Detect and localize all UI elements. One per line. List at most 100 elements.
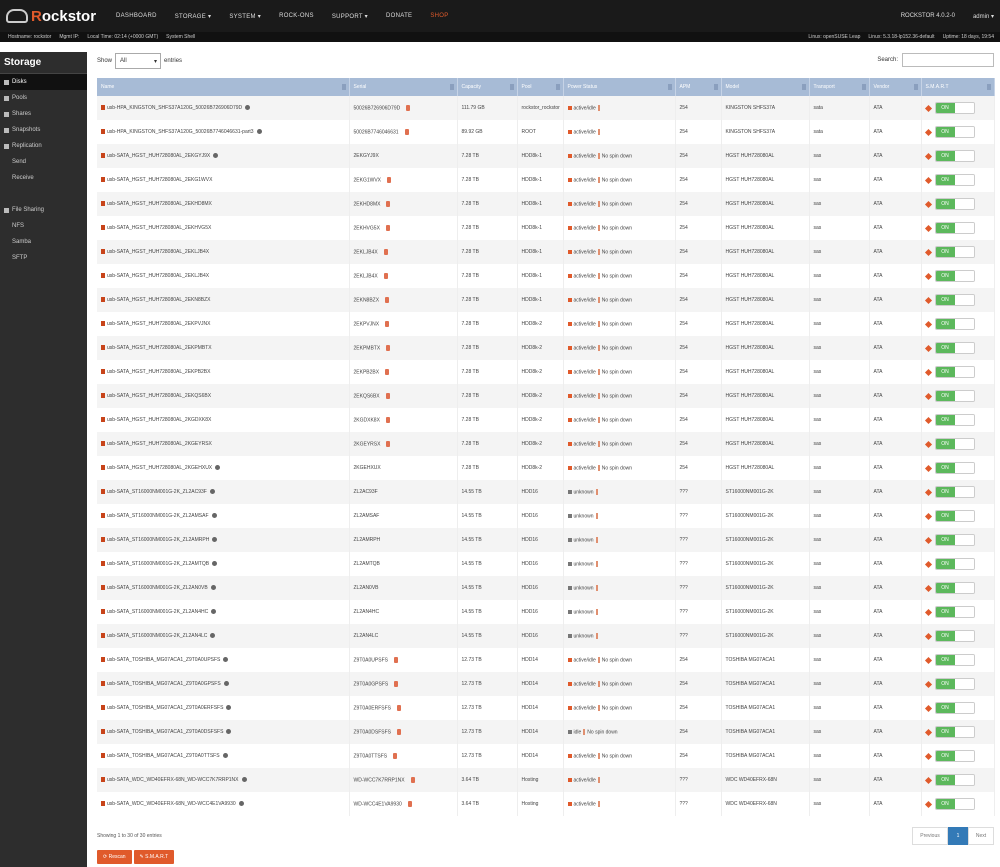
pencil-icon[interactable] <box>924 152 932 160</box>
pool-link[interactable]: Hosting <box>517 792 564 816</box>
sidebar-item-receive[interactable]: Receive <box>0 170 87 186</box>
pencil-icon[interactable] <box>924 224 932 232</box>
pencil-icon[interactable] <box>924 296 932 304</box>
pencil-icon[interactable] <box>924 752 932 760</box>
smart-toggle[interactable]: ON <box>934 414 975 426</box>
pencil-icon[interactable] <box>924 488 932 496</box>
nav-item-system[interactable]: SYSTEM ▾ <box>229 13 261 20</box>
disk-name-link[interactable]: usb-SATA_HGST_HUH728080AL_2EKN8BZX <box>107 297 210 303</box>
smart-toggle[interactable]: ON <box>934 366 975 378</box>
bulb-icon[interactable] <box>385 224 390 231</box>
disk-name-link[interactable]: usb-SATA_TOSHIBA_MG07ACA1_Z9T0A0TTSFS <box>107 753 220 759</box>
pool-link[interactable]: HDD16 <box>517 480 564 504</box>
pencil-icon[interactable] <box>924 320 932 328</box>
pencil-icon[interactable] <box>924 104 932 112</box>
disk-name-link[interactable]: usb-SATA_ST16000NM001G-2K_ZL2AN0VB <box>107 585 208 591</box>
info-icon[interactable] <box>212 537 218 543</box>
info-icon[interactable] <box>210 585 216 591</box>
info-icon[interactable] <box>222 753 228 759</box>
pool-link[interactable]: HDD8k-2 <box>517 456 564 480</box>
smart-toggle[interactable]: ON <box>934 246 975 258</box>
disk-name-link[interactable]: usb-SATA_TOSHIBA_MG07ACA1_Z9T0A0ERFSFS <box>107 705 223 711</box>
power-toggle-icon[interactable] <box>597 440 600 447</box>
nav-item-support[interactable]: SUPPORT ▾ <box>332 13 368 20</box>
pencil-icon[interactable] <box>924 800 932 808</box>
power-toggle-icon[interactable] <box>597 224 600 231</box>
info-icon[interactable] <box>223 681 229 687</box>
power-toggle-icon[interactable] <box>597 176 600 183</box>
bulb-icon[interactable] <box>385 320 390 327</box>
pencil-icon[interactable] <box>924 632 932 640</box>
bulb-icon[interactable] <box>397 704 402 711</box>
power-toggle-icon[interactable] <box>597 344 600 351</box>
sidebar-item-pools[interactable]: Pools <box>0 90 87 106</box>
smart-toggle[interactable]: ON <box>934 150 975 162</box>
disk-name-link[interactable]: usb-SATA_ST16000NM001G-2K_ZL2AN4LC <box>107 633 207 639</box>
smart-toggle[interactable]: ON <box>934 606 975 618</box>
smart-toggle[interactable]: ON <box>934 174 975 186</box>
pencil-icon[interactable] <box>924 608 932 616</box>
disk-name-link[interactable]: usb-SATA_ST16000NM001G-2K_ZL2AN4HC <box>107 609 208 615</box>
power-toggle-icon[interactable] <box>595 488 598 495</box>
pool-link[interactable]: rockstor_rockstor <box>517 96 564 120</box>
pencil-icon[interactable] <box>924 200 932 208</box>
smart-toggle[interactable]: ON <box>934 102 975 114</box>
power-toggle-icon[interactable] <box>597 248 600 255</box>
pool-link[interactable]: HDD8k-1 <box>517 216 564 240</box>
pencil-icon[interactable] <box>924 440 932 448</box>
power-toggle-icon[interactable] <box>583 728 586 735</box>
power-toggle-icon[interactable] <box>595 536 598 543</box>
disk-name-link[interactable]: usb-SATA_ST16000NM001G-2K_ZL2AMSAF <box>107 513 209 519</box>
power-toggle-icon[interactable] <box>597 152 600 159</box>
info-icon[interactable] <box>215 465 221 471</box>
info-icon[interactable] <box>226 705 232 711</box>
pool-link[interactable]: HDD16 <box>517 600 564 624</box>
pencil-icon[interactable] <box>924 248 932 256</box>
power-toggle-icon[interactable] <box>597 776 600 783</box>
power-toggle-icon[interactable] <box>597 296 600 303</box>
pool-link[interactable]: ROOT <box>517 120 564 144</box>
sidebar-item-nfs[interactable]: NFS <box>0 218 87 234</box>
disk-name-link[interactable]: usb-SATA_HGST_HUH728080AL_2EKPMBTX <box>107 345 212 351</box>
column-header-name[interactable]: Name <box>97 78 350 96</box>
info-icon[interactable] <box>256 129 262 135</box>
smart-toggle[interactable]: ON <box>934 198 975 210</box>
user-menu[interactable]: admin ▾ <box>973 13 994 20</box>
nav-item-rock-ons[interactable]: ROCK-ONS <box>279 13 314 19</box>
entries-select[interactable]: All ▾ <box>115 53 162 69</box>
smart-toggle[interactable]: ON <box>934 222 975 234</box>
bulb-icon[interactable] <box>385 416 390 423</box>
sidebar-item-sftp[interactable]: SFTP <box>0 250 87 266</box>
column-header-apm[interactable]: APM <box>675 78 722 96</box>
column-header-capacity[interactable]: Capacity <box>457 78 518 96</box>
disk-name-link[interactable]: usb-SATA_HGST_HUH728080AL_2EKGYJ9X <box>107 153 210 159</box>
pencil-icon[interactable] <box>924 728 932 736</box>
smart-toggle[interactable]: ON <box>934 438 975 450</box>
pencil-icon[interactable] <box>924 416 932 424</box>
disk-name-link[interactable]: usb-SATA_TOSHIBA_MG07ACA1_Z9T0A0UPSFS <box>107 657 220 663</box>
bulb-icon[interactable] <box>394 680 399 687</box>
bulb-icon[interactable] <box>404 128 409 135</box>
smart-toggle[interactable]: ON <box>934 486 975 498</box>
column-header-vendor[interactable]: Vendor <box>869 78 922 96</box>
info-icon[interactable] <box>211 609 217 615</box>
pencil-icon[interactable] <box>924 584 932 592</box>
disk-name-link[interactable]: usb-SATA_HGST_HUH728080AL_2KGDXK8X <box>107 417 211 423</box>
bulb-icon[interactable] <box>393 752 398 759</box>
disk-name-link[interactable]: usb-SATA_ST16000NM001G-2K_ZL2AMRPH <box>107 537 209 543</box>
power-toggle-icon[interactable] <box>595 608 598 615</box>
rockstor-logo[interactable]: Rockstor <box>6 6 102 26</box>
pool-link[interactable]: HDD8k-2 <box>517 384 564 408</box>
disk-name-link[interactable]: usb-SATA_ST16000NM001G-2K_ZL2AMTQB <box>107 561 209 567</box>
pool-link[interactable]: HDD16 <box>517 528 564 552</box>
disk-name-link[interactable]: usb-SATA_TOSHIBA_MG07ACA1_Z9T0A0DSFSFS <box>107 729 223 735</box>
smart-toggle[interactable]: ON <box>934 294 975 306</box>
smart-toggle[interactable]: ON <box>934 390 975 402</box>
pencil-icon[interactable] <box>924 176 932 184</box>
pool-link[interactable]: HDD16 <box>517 576 564 600</box>
disk-name-link[interactable]: usb-SATA_ST16000NM001G-2K_ZL2AC93F <box>107 489 207 495</box>
pencil-icon[interactable] <box>924 368 932 376</box>
pool-link[interactable]: HDD8k-1 <box>517 168 564 192</box>
power-toggle-icon[interactable] <box>597 392 600 399</box>
nav-item-shop[interactable]: SHOP <box>430 13 448 19</box>
